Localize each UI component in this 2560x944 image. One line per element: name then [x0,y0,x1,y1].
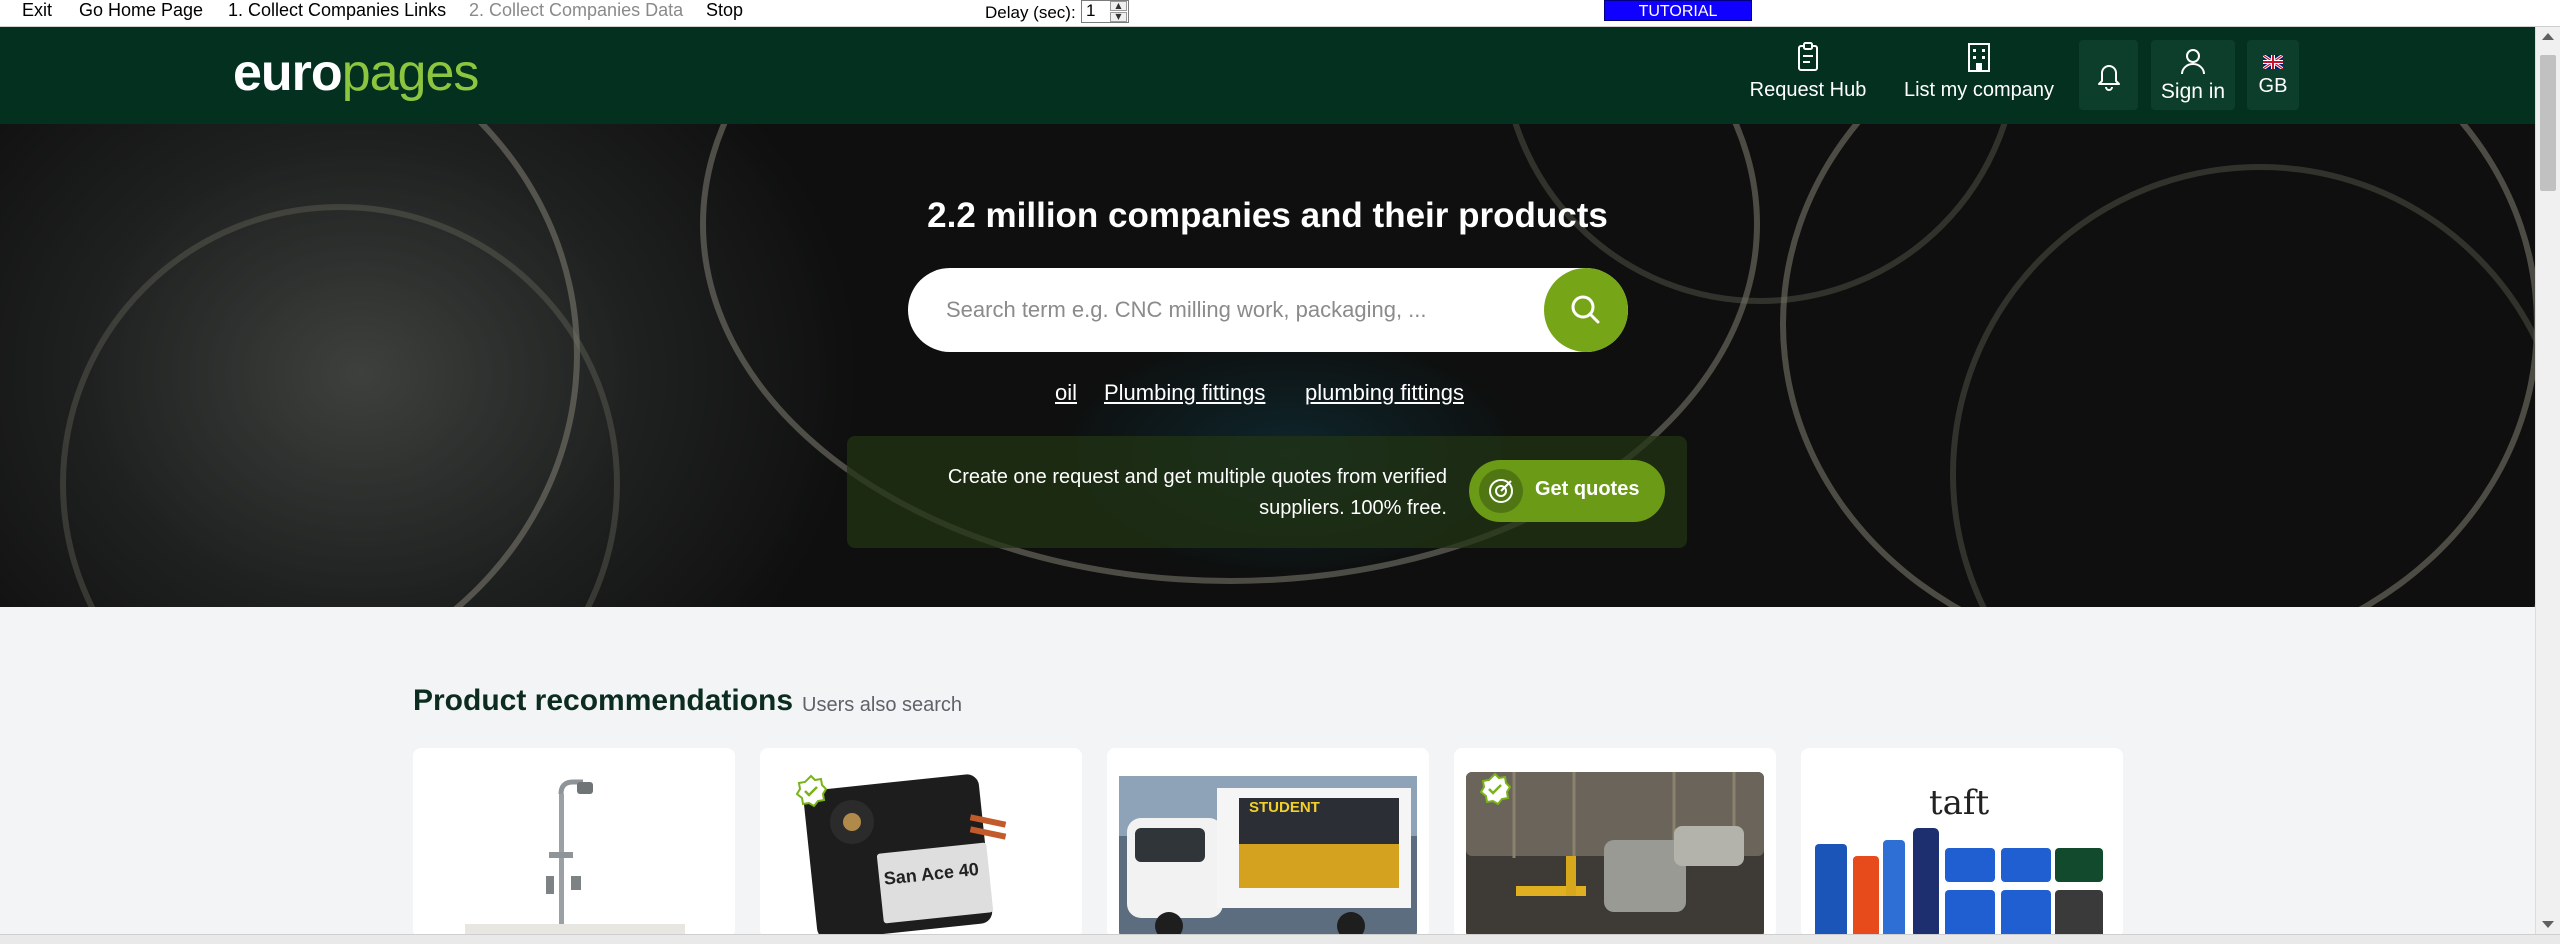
vertical-scrollbar[interactable] [2535,27,2560,934]
logo-text-pages: pages [341,44,480,102]
clipboard-icon [1798,42,1818,71]
menu-exit[interactable]: Exit [22,0,52,21]
menu-collect-companies-data[interactable]: 2. Collect Companies Data [469,0,683,21]
site-header: europages Request Hub List my company Si… [0,27,2535,124]
user-icon [2181,49,2205,75]
product-recommendations-title: Product recommendations [413,684,794,717]
language-label: GB [2258,75,2288,97]
search-input[interactable] [946,268,1526,352]
suggestion-link[interactable]: Plumbing fittings [1104,380,1265,406]
sign-in-label: Sign in [2160,80,2226,103]
product-card[interactable]: taft [1801,748,2123,938]
menu-collect-companies-links[interactable]: 1. Collect Companies Links [228,0,446,21]
list-my-company-label: List my company [1903,79,2055,101]
delay-label: Delay (sec): [985,3,1076,22]
spin-up-icon[interactable]: ▲ [1110,1,1127,11]
status-bar [0,934,2560,944]
delay-value: 1 [1086,1,1096,20]
product-card[interactable] [413,748,735,938]
hair-products-image: taft [1815,783,2103,938]
suggestion-link[interactable]: plumbing fittings [1305,380,1464,406]
scrollbar-thumb[interactable] [2540,55,2556,191]
notifications-button[interactable] [2079,40,2138,110]
list-my-company-button[interactable]: List my company [1896,41,2062,111]
verified-badge-icon [1479,772,1512,806]
verified-badge-icon [795,774,828,808]
uk-flag-icon [2262,53,2284,71]
tool-menubar: Exit Go Home Page 1. Collect Companies L… [0,0,2560,27]
product-card[interactable]: San Ace 40 [760,748,1082,938]
tutorial-button[interactable]: TUTORIAL [1604,0,1752,21]
request-hub-label: Request Hub [1749,79,1867,101]
delay-stepper[interactable]: 1 ▲ ▼ [1081,0,1129,23]
quote-text: Create one request and get multiple quot… [947,466,1447,519]
taft-brand-text: taft [1929,783,1990,823]
menu-stop[interactable]: Stop [706,0,743,21]
hero-banner: 2.2 million companies and their products… [0,124,2535,607]
logo-text-euro: euro [233,44,343,102]
shower-fixture-image [465,779,685,938]
get-quotes-button[interactable]: Get quotes [1469,460,1665,522]
product-card[interactable] [1454,748,1776,938]
menu-go-home-page[interactable]: Go Home Page [79,0,203,21]
sign-in-button[interactable]: Sign in [2151,40,2235,110]
get-quotes-label: Get quotes [1535,478,1640,500]
scroll-up-arrow-icon[interactable] [2542,33,2554,40]
search-bar [908,268,1628,352]
language-selector[interactable]: GB [2247,40,2299,110]
bell-icon [2097,65,2120,91]
building-icon [1968,43,1990,72]
target-icon [1479,469,1523,513]
europages-logo[interactable]: europages [233,43,480,103]
users-also-search-label: Users also search [802,694,963,716]
product-card[interactable]: STUDENT [1107,748,1429,938]
hero-title: 2.2 million companies and their products [927,196,1608,235]
request-hub-button[interactable]: Request Hub [1740,41,1876,111]
suggestion-link[interactable]: oil [1055,380,1077,406]
advertising-van-image: STUDENT [1119,776,1417,938]
spin-down-icon[interactable]: ▼ [1110,12,1127,22]
quote-request-panel: Create one request and get multiple quot… [847,436,1687,548]
scroll-down-arrow-icon[interactable] [2542,921,2554,928]
search-icon [1571,295,1600,324]
van-sign-text: STUDENT [1249,799,1320,816]
search-button[interactable] [1544,268,1628,352]
